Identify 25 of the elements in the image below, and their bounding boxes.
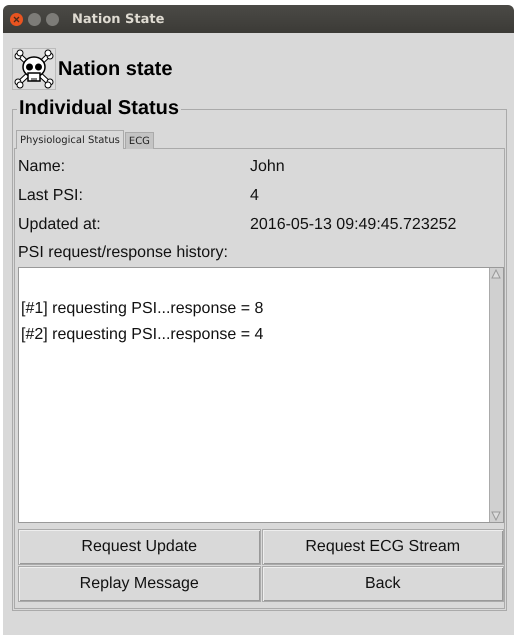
action-button[interactable]: Back: [262, 566, 504, 602]
history-line: [#2] requesting PSI...response = 4: [21, 325, 264, 345]
action-button[interactable]: Request ECG Stream: [262, 529, 504, 565]
field-value: 2016-05-13 09:49:45.723252: [250, 216, 458, 234]
minimize-icon[interactable]: [28, 12, 41, 26]
scrollbar[interactable]: [489, 268, 503, 522]
tab[interactable]: Physiological Status: [16, 130, 124, 149]
skull-icon: [12, 48, 56, 90]
field-label: Updated at:: [18, 216, 102, 234]
action-button[interactable]: Request Update: [18, 529, 260, 565]
action-button[interactable]: Replay Message: [18, 566, 260, 602]
maximize-icon[interactable]: [46, 12, 59, 26]
field-label: Last PSI:: [18, 186, 84, 204]
window-title: Nation State: [72, 12, 164, 26]
history-text-area[interactable]: [#1] requesting PSI...response = 8 [#2] requesting PSI...response = 4: [18, 267, 504, 523]
history-label: PSI request/response history:: [18, 243, 229, 263]
field-value: John: [250, 158, 286, 176]
field-value: 4: [250, 186, 260, 204]
close-icon[interactable]: [10, 12, 23, 26]
field-label: Name:: [18, 158, 66, 176]
app-title: Nation state: [58, 58, 172, 80]
up-arrow-icon[interactable]: [490, 268, 502, 280]
down-arrow-icon[interactable]: [490, 510, 502, 522]
tab[interactable]: ECG: [124, 132, 154, 149]
history-line: [#1] requesting PSI...response = 8: [21, 299, 264, 319]
